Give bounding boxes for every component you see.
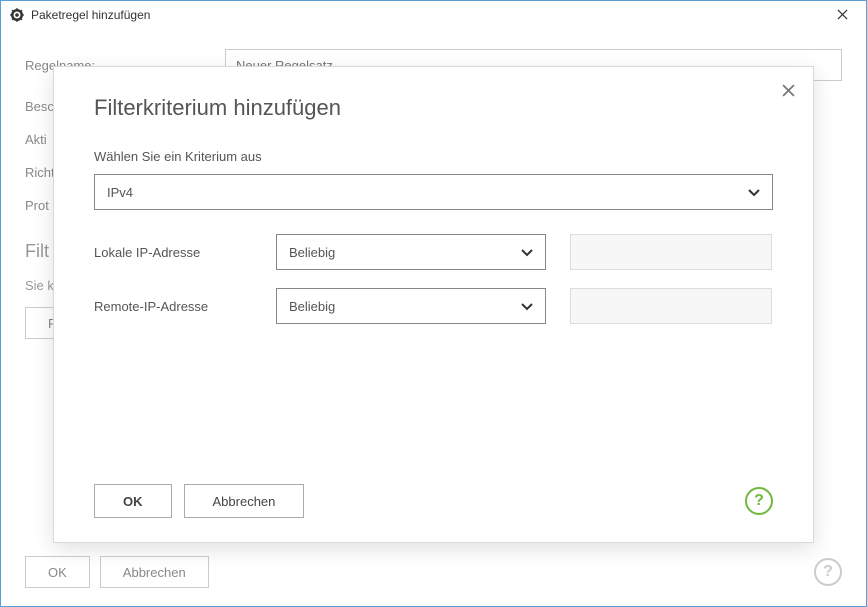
- chevron-down-icon: [521, 244, 533, 260]
- close-icon: [782, 81, 795, 101]
- criterion-label: Wählen Sie ein Kriterium aus: [94, 149, 773, 164]
- titlebar: Paketregel hinzufügen: [1, 1, 866, 29]
- dialog-footer: OK Abbrechen ?: [94, 484, 773, 518]
- bg-cancel-button[interactable]: Abbrechen: [100, 556, 209, 588]
- remote-ip-select[interactable]: Beliebig: [276, 288, 546, 324]
- chevron-down-icon: [748, 184, 760, 200]
- app-icon: [9, 7, 25, 23]
- bg-ok-button[interactable]: OK: [25, 556, 90, 588]
- dialog-cancel-button[interactable]: Abbrechen: [184, 484, 305, 518]
- background-footer: OK Abbrechen ?: [25, 556, 842, 588]
- remote-ip-label: Remote-IP-Adresse: [94, 299, 276, 314]
- local-ip-input[interactable]: [570, 234, 772, 270]
- local-ip-select[interactable]: Beliebig: [276, 234, 546, 270]
- criterion-select-value: IPv4: [107, 185, 133, 200]
- help-icon[interactable]: ?: [745, 487, 773, 515]
- chevron-down-icon: [521, 298, 533, 314]
- help-icon[interactable]: ?: [814, 558, 842, 586]
- main-window: Paketregel hinzufügen Regelname: Besch A…: [0, 0, 867, 607]
- remote-ip-select-value: Beliebig: [289, 299, 335, 314]
- dialog-close-button[interactable]: [782, 81, 795, 102]
- close-icon: [837, 7, 848, 23]
- filter-criterion-dialog: Filterkriterium hinzufügen Wählen Sie ei…: [53, 66, 814, 543]
- local-ip-select-value: Beliebig: [289, 245, 335, 260]
- criterion-select[interactable]: IPv4: [94, 174, 773, 210]
- remote-ip-input[interactable]: [570, 288, 772, 324]
- dialog-ok-button[interactable]: OK: [94, 484, 172, 518]
- local-ip-label: Lokale IP-Adresse: [94, 245, 276, 260]
- window-title: Paketregel hinzufügen: [31, 8, 824, 22]
- dialog-title: Filterkriterium hinzufügen: [94, 95, 773, 121]
- window-close-button[interactable]: [824, 3, 860, 27]
